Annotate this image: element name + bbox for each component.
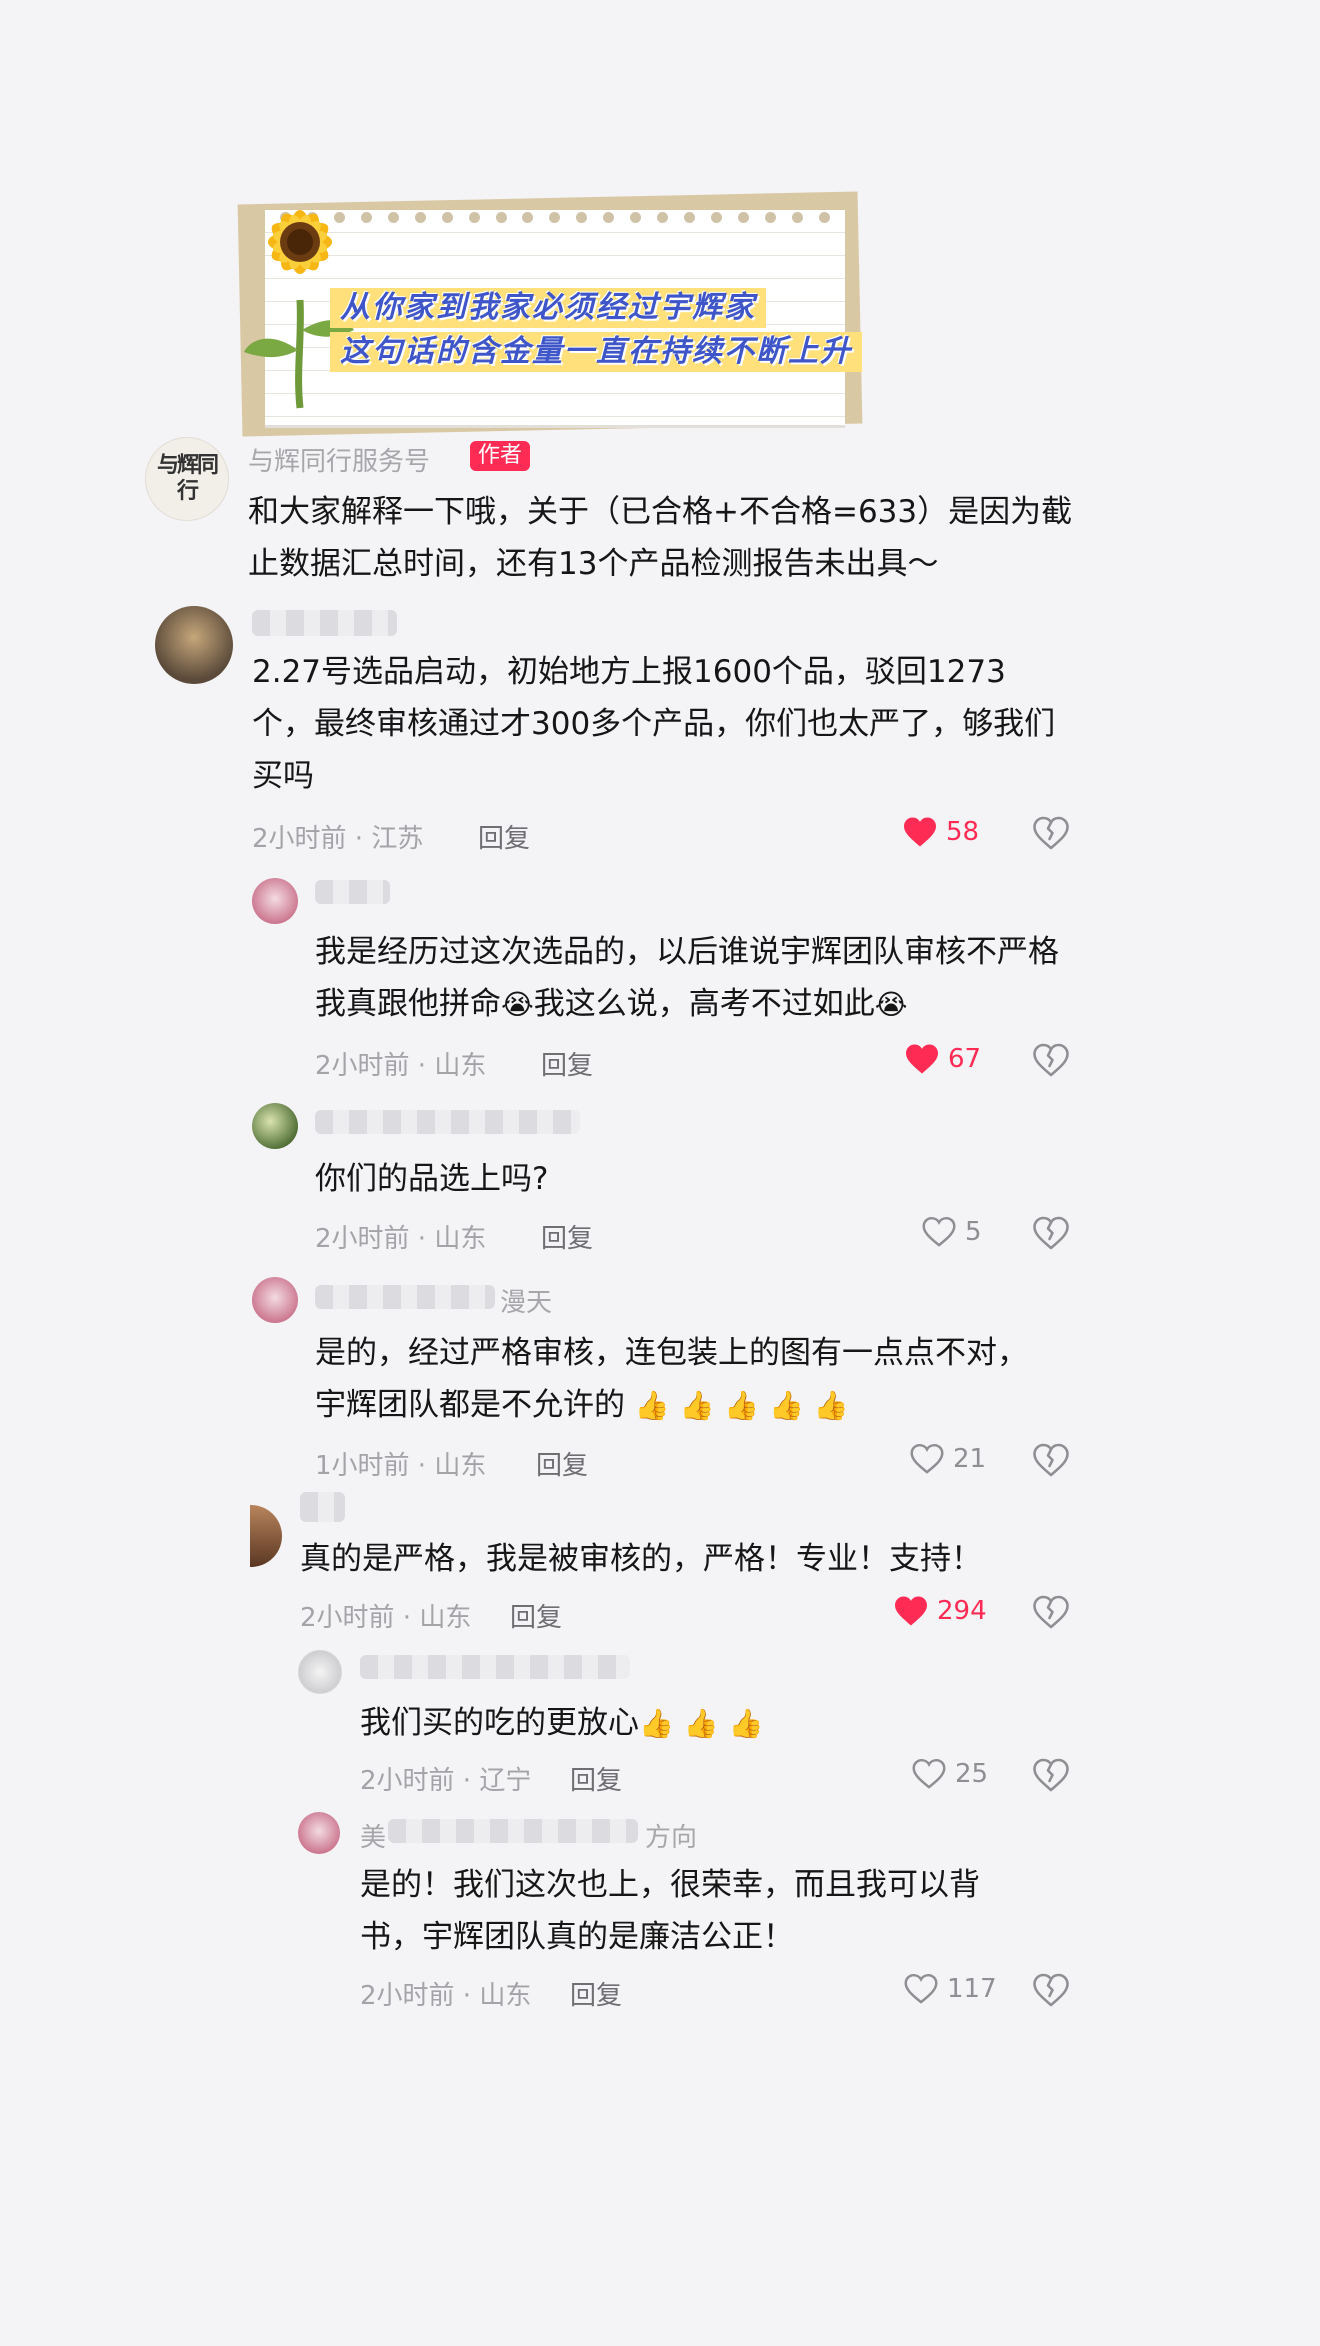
broken-heart-icon[interactable] — [1033, 1973, 1069, 2007]
like-button[interactable]: 117 — [903, 1973, 997, 2005]
blurred-username[interactable] — [388, 1819, 638, 1843]
comment-text: 是的！我们这次也上，很荣幸，而且我可以背书，宇辉团队真的是廉洁公正！ — [360, 1867, 980, 1955]
blurred-username[interactable] — [315, 1285, 495, 1309]
comment-text: 你们的品选上吗? — [315, 1161, 549, 1197]
comment-meta: 2小时前 · 山东 — [315, 1051, 487, 1081]
comment-text: 我们买的吃的更放心👍 👍 👍 — [360, 1697, 1060, 1749]
like-count: 25 — [955, 1759, 989, 1789]
comment-meta: 2小时前 · 辽宁 — [360, 1766, 532, 1796]
like-button[interactable]: 25 — [911, 1758, 988, 1790]
crying-emoji: 😭 — [501, 988, 534, 1021]
heart-outline-icon — [912, 1758, 946, 1789]
like-count: 294 — [937, 1596, 987, 1626]
comment-meta: 2小时前 · 山东 — [300, 1603, 472, 1633]
broken-heart-icon[interactable] — [1033, 1758, 1069, 1792]
commenter-avatar[interactable] — [298, 1812, 340, 1854]
thumbs-up-emoji: 👍 — [769, 1389, 804, 1422]
blurred-username[interactable] — [360, 1655, 630, 1679]
heart-outline-icon — [922, 1216, 956, 1247]
thumbs-up-emoji: 👍 — [724, 1389, 760, 1422]
comment-text-body: 我们买的吃的更放心 — [360, 1705, 639, 1741]
broken-heart-icon[interactable] — [1033, 1216, 1069, 1250]
author-comment-text: 和大家解释一下哦，关于（已合格+不合格=633）是因为截止数据汇总时间，还有13… — [248, 494, 1073, 582]
comment-text: 2.27号选品启动，初始地方上报1600个品，驳回1273个，最终审核通过才30… — [252, 654, 1056, 794]
heart-outline-icon — [904, 1973, 938, 2004]
comment-meta: 2小时前 · 山东 — [360, 1981, 532, 2011]
broken-heart-icon[interactable] — [1033, 1443, 1069, 1477]
reply-button[interactable]: 回复 — [541, 1218, 593, 1255]
blurred-username[interactable] — [315, 880, 390, 904]
author-username[interactable]: 与辉同行服务号 — [248, 441, 430, 478]
blurred-username[interactable] — [300, 1492, 345, 1522]
author-badge: 作者 — [470, 441, 531, 471]
username-suffix[interactable]: 漫天 — [500, 1282, 552, 1319]
broken-heart-icon[interactable] — [1033, 1043, 1069, 1077]
commenter-avatar[interactable] — [252, 878, 298, 924]
like-count: 21 — [953, 1444, 987, 1474]
username-prefix[interactable]: 美 — [360, 1817, 386, 1854]
blurred-username[interactable] — [252, 610, 397, 636]
heart-icon — [895, 1596, 927, 1626]
comment-meta: 2小时前 · 江苏 — [252, 824, 424, 854]
like-button[interactable]: 21 — [909, 1443, 986, 1475]
like-button[interactable]: 294 — [893, 1595, 987, 1627]
banner-line-2: 这句话的含金量一直在持续不断上升 — [330, 332, 862, 372]
reply-button[interactable]: 回复 — [570, 1760, 622, 1797]
thumbs-up-emoji: 👍 — [634, 1389, 670, 1422]
comment-meta: 1小时前 · 山东 — [315, 1451, 487, 1481]
commenter-avatar[interactable] — [298, 1650, 342, 1694]
username-suffix[interactable]: 方向 — [645, 1817, 697, 1854]
commenter-avatar[interactable] — [252, 1103, 298, 1149]
comment-text-body: 是的，经过严格审核，连包装上的图有一点点不对，宇辉团队都是不允许的 — [315, 1335, 1028, 1423]
commenter-avatar[interactable] — [250, 1505, 282, 1567]
thumbs-up-emoji: 👍 — [683, 1707, 719, 1740]
reply-button[interactable]: 回复 — [510, 1597, 562, 1634]
thumbs-up-emoji: 👍 — [639, 1707, 674, 1740]
heart-icon — [906, 1044, 938, 1074]
thumbs-up-emoji: 👍 — [728, 1707, 764, 1740]
like-count: 5 — [965, 1217, 982, 1247]
heart-outline-icon — [910, 1443, 944, 1474]
commenter-avatar[interactable] — [155, 606, 233, 684]
comment-text-part-b: 我这么说，高考不过如此 — [533, 986, 875, 1022]
banner-line-1: 从你家到我家必须经过宇辉家 — [330, 288, 766, 328]
broken-heart-icon[interactable] — [1033, 1595, 1069, 1629]
like-button[interactable]: 67 — [904, 1043, 981, 1075]
reply-button[interactable]: 回复 — [541, 1045, 593, 1082]
like-count: 58 — [946, 817, 980, 847]
author-avatar-text: 与辉同行 — [156, 452, 219, 504]
reply-button[interactable]: 回复 — [570, 1975, 622, 2012]
author-avatar[interactable]: 与辉同行 — [145, 437, 229, 521]
thumbs-up-emoji: 👍 — [813, 1389, 849, 1422]
crying-emoji: 😭 — [874, 988, 908, 1021]
comment-text: 我是经历过这次选品的，以后谁说宇辉团队审核不严格我真跟他拼命😭我这么说，高考不过… — [315, 926, 1075, 1030]
reply-button[interactable]: 回复 — [536, 1445, 588, 1482]
like-button[interactable]: 58 — [902, 816, 979, 848]
heart-icon — [904, 817, 936, 847]
like-count: 117 — [947, 1974, 997, 2004]
comment-text: 是的，经过严格审核，连包装上的图有一点点不对，宇辉团队都是不允许的 👍 👍 👍 … — [315, 1327, 1035, 1431]
comment-meta: 2小时前 · 山东 — [315, 1224, 487, 1254]
blurred-username[interactable] — [315, 1110, 580, 1134]
commenter-avatar[interactable] — [252, 1277, 298, 1323]
comment-text: 真的是严格，我是被审核的，严格！专业！支持！ — [300, 1541, 982, 1577]
header-banner: 从你家到我家必须经过宇辉家 这句话的含金量一直在持续不断上升 — [230, 180, 890, 450]
like-count: 67 — [948, 1044, 982, 1074]
broken-heart-icon[interactable] — [1033, 816, 1069, 850]
reply-button[interactable]: 回复 — [478, 818, 530, 855]
like-button[interactable]: 5 — [921, 1216, 982, 1248]
thumbs-up-emoji: 👍 — [679, 1389, 715, 1422]
